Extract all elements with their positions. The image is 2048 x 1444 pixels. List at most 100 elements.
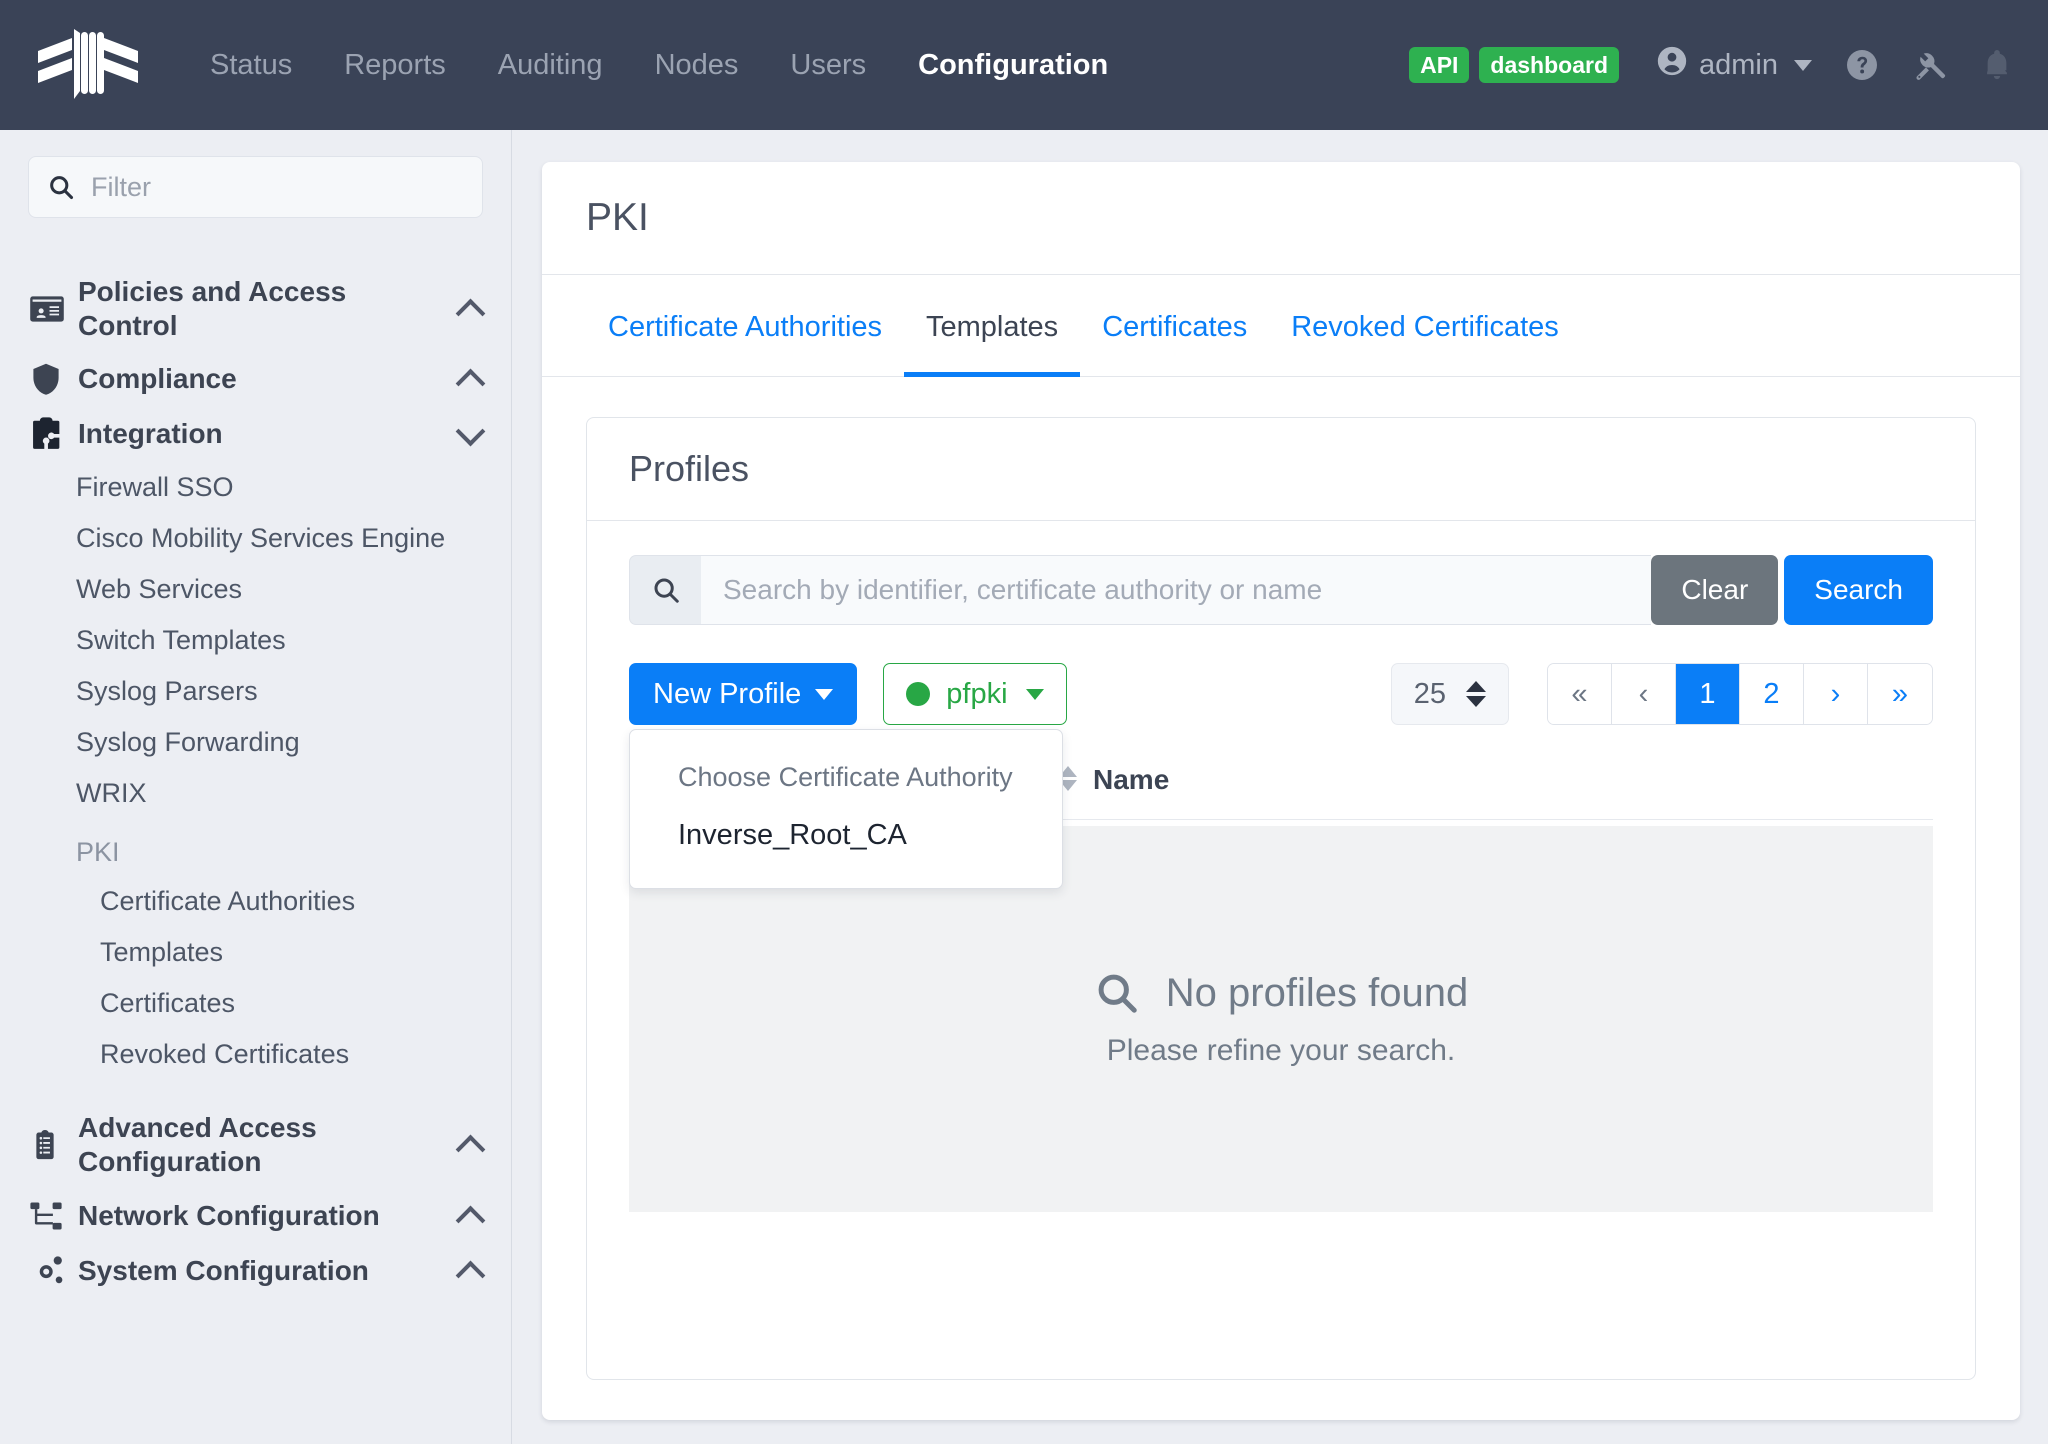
sidebar-item-templates[interactable]: Templates (28, 927, 483, 978)
sidebar-subheader-pki: PKI (28, 819, 483, 876)
pagination-prev[interactable]: ‹ (1612, 664, 1676, 724)
sidebar-group-label: Policies and Access Control (74, 275, 447, 343)
pager-wrap: 25 « ‹ 1 2 › (1391, 663, 1933, 725)
tab-certificate-authorities[interactable]: Certificate Authorities (586, 275, 904, 377)
profiles-search-input[interactable] (701, 555, 1651, 625)
tools-icon[interactable] (1912, 47, 1948, 83)
bell-icon[interactable] (1980, 48, 2014, 82)
pagination-last[interactable]: » (1868, 664, 1932, 724)
sidebar-item-switch-templates[interactable]: Switch Templates (28, 615, 483, 666)
pagination-next[interactable]: › (1804, 664, 1868, 724)
sidebar-item-certificates[interactable]: Certificates (28, 978, 483, 1029)
nav-link-reports[interactable]: Reports (318, 39, 472, 92)
sidebar-group-system-configuration[interactable]: System Configuration (28, 1243, 483, 1299)
tab-certificates[interactable]: Certificates (1080, 275, 1269, 377)
sidebar-item-wrix[interactable]: WRIX (28, 768, 483, 819)
search-icon (47, 173, 75, 201)
shield-icon (28, 361, 74, 397)
username-label: admin (1699, 49, 1778, 82)
sidebar-group-policies-and-access-control[interactable]: Policies and Access Control (28, 266, 483, 352)
pagination: « ‹ 1 2 › » (1547, 663, 1933, 725)
empty-subtitle: Please refine your search. (1107, 1034, 1456, 1068)
user-avatar-icon (1655, 44, 1689, 86)
pki-panel: PKI Certificate Authorities Templates Ce… (542, 162, 2020, 1420)
profiles-card-header: Profiles (587, 418, 1975, 521)
dashboard-badge[interactable]: dashboard (1479, 47, 1619, 83)
profiles-title: Profiles (629, 448, 1933, 490)
pfpki-service-button[interactable]: pfpki (883, 663, 1066, 725)
chevron-down-icon (815, 689, 833, 700)
page-size-selector[interactable]: 25 (1391, 663, 1509, 725)
help-icon[interactable] (1844, 47, 1880, 83)
empty-title-row: No profiles found (1094, 970, 1468, 1016)
page-title: PKI (586, 196, 1976, 240)
chevron-up-icon (457, 296, 483, 322)
new-profile-button[interactable]: New Profile (629, 663, 857, 725)
sidebar-item-syslog-forwarding[interactable]: Syslog Forwarding (28, 717, 483, 768)
page-size-value: 25 (1414, 678, 1446, 711)
pagination-page-2[interactable]: 2 (1740, 664, 1804, 724)
tab-revoked-certificates[interactable]: Revoked Certificates (1269, 275, 1581, 377)
panel-body: Profiles Clear (542, 377, 2020, 1420)
sidebar-item-syslog-parsers[interactable]: Syslog Parsers (28, 666, 483, 717)
chevron-up-icon (457, 1258, 483, 1284)
chevron-down-icon (1026, 689, 1044, 700)
main-content: PKI Certificate Authorities Templates Ce… (512, 130, 2048, 1444)
profiles-controls-row: New Profile Choose Certificate Authority… (629, 663, 1933, 725)
top-nav-right-section: API dashboard admin (1409, 44, 2014, 86)
nav-link-status[interactable]: Status (184, 39, 318, 92)
table-column-name[interactable]: Name (1059, 763, 1169, 797)
nav-link-users[interactable]: Users (764, 39, 892, 92)
nav-link-nodes[interactable]: Nodes (629, 39, 765, 92)
panel-header: PKI (542, 162, 2020, 275)
sidebar: Policies and Access Control Compliance I… (0, 130, 512, 1444)
sidebar-filter-box[interactable] (28, 156, 483, 218)
clipboard-icon (28, 1128, 74, 1162)
new-profile-label: New Profile (653, 678, 801, 711)
user-menu[interactable]: admin (1655, 44, 1812, 86)
pagination-page-1[interactable]: 1 (1676, 664, 1740, 724)
nav-link-configuration[interactable]: Configuration (892, 39, 1134, 92)
sidebar-item-certificate-authorities[interactable]: Certificate Authorities (28, 876, 483, 927)
search-icon (1094, 970, 1140, 1016)
search-icon (629, 555, 701, 625)
nav-link-auditing[interactable]: Auditing (472, 39, 629, 92)
sidebar-group-integration[interactable]: Integration (28, 406, 483, 462)
tab-templates[interactable]: Templates (904, 275, 1080, 377)
clear-button[interactable]: Clear (1651, 555, 1778, 625)
sidebar-item-revoked-certificates[interactable]: Revoked Certificates (28, 1029, 483, 1080)
chevron-down-icon (1794, 60, 1812, 71)
profiles-card-body: Clear Search New Profile (587, 521, 1975, 1379)
sidebar-group-network-configuration[interactable]: Network Configuration (28, 1189, 483, 1243)
main-nav-links: Status Reports Auditing Nodes Users Conf… (184, 39, 1134, 92)
chevron-up-icon (457, 1203, 483, 1229)
profiles-search-row: Clear Search (629, 555, 1933, 625)
stepper-icon (1466, 681, 1486, 707)
sidebar-group-label: System Configuration (74, 1254, 447, 1288)
sidebar-group-label: Network Configuration (74, 1199, 447, 1233)
chevron-up-icon (457, 366, 483, 392)
sidebar-group-advanced-access-configuration[interactable]: Advanced Access Configuration (28, 1102, 483, 1188)
sidebar-filter-input[interactable] (91, 172, 464, 203)
top-navigation-bar: Status Reports Auditing Nodes Users Conf… (0, 0, 2048, 130)
sidebar-item-web-services[interactable]: Web Services (28, 564, 483, 615)
status-dot-icon (906, 682, 930, 706)
dropdown-header-label: Choose Certificate Authority (630, 750, 1062, 805)
api-badge[interactable]: API (1409, 47, 1469, 83)
network-icon (28, 1198, 74, 1234)
sidebar-group-label: Advanced Access Configuration (74, 1111, 447, 1179)
sidebar-group-compliance[interactable]: Compliance (28, 352, 483, 406)
pagination-first[interactable]: « (1548, 664, 1612, 724)
sidebar-group-label: Compliance (74, 362, 447, 396)
sidebar-item-firewall-sso[interactable]: Firewall SSO (28, 462, 483, 513)
gears-icon (28, 1252, 74, 1290)
profiles-card: Profiles Clear (586, 417, 1976, 1380)
sidebar-item-cisco-mobility-services-engine[interactable]: Cisco Mobility Services Engine (28, 513, 483, 564)
search-button[interactable]: Search (1784, 555, 1933, 625)
puzzle-icon (28, 415, 74, 453)
pki-tabs: Certificate Authorities Templates Certif… (542, 275, 2020, 377)
dropdown-item-inverse-root-ca[interactable]: Inverse_Root_CA (630, 805, 1062, 866)
table-column-name-label: Name (1093, 763, 1169, 797)
id-card-icon (28, 290, 74, 328)
packetfence-logo-icon[interactable] (34, 21, 142, 109)
